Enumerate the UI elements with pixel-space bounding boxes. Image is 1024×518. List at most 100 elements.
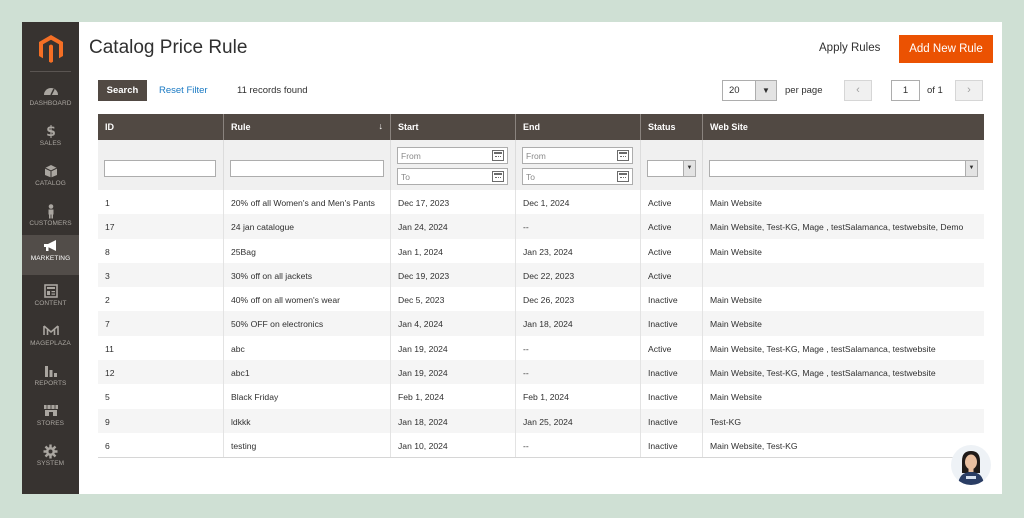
table-row[interactable]: 17 24 jan catalogue Jan 24, 2024 -- Active Ma…	[98, 214, 984, 239]
column-header-rule[interactable]: Rule ↓	[223, 114, 390, 140]
customer-person-icon	[22, 200, 79, 220]
cell-status: Active	[640, 335, 702, 361]
sidebar-item-content[interactable]: CONTENT	[22, 280, 79, 320]
sidebar-item-label: SALES	[39, 140, 62, 147]
grid-bottom-border	[98, 457, 984, 459]
calendar-icon[interactable]	[617, 171, 629, 182]
sidebar-item-label: CATALOG	[35, 180, 66, 187]
cell-status: Active	[640, 262, 702, 288]
filter-cell-end: From To	[515, 140, 640, 190]
sidebar-item-stores[interactable]: STORES	[22, 400, 79, 440]
cell-status: Inactive	[640, 408, 702, 433]
cell-end: Dec 26, 2023	[515, 287, 640, 312]
mageplaza-logo-icon	[22, 320, 79, 340]
sort-arrow-icon: ↓	[378, 121, 384, 131]
cell-website: Main Website	[702, 190, 984, 215]
cell-end: --	[515, 360, 640, 385]
apply-rules-button[interactable]: Apply Rules	[819, 42, 880, 54]
column-header-start[interactable]: Start	[390, 114, 515, 140]
column-header-website[interactable]: Web Site	[702, 114, 984, 140]
cell-start: Feb 1, 2024	[390, 384, 515, 409]
start-to-input[interactable]: To	[397, 168, 508, 185]
page-title: Catalog Price Rule	[89, 37, 248, 58]
table-row[interactable]: 7 50% OFF on electronics Jan 4, 2024 Jan 18…	[98, 311, 984, 336]
grid-filter-row: From To From To ▼ ▼	[98, 140, 984, 190]
cell-end: Jan 18, 2024	[515, 311, 640, 336]
cell-start: Jan 1, 2024	[390, 238, 515, 263]
cell-website: Main Website, Test-KG, Mage , testSalama…	[702, 360, 984, 385]
sidebar-item-mageplaza[interactable]: MAGEPLAZA	[22, 320, 79, 360]
dashboard-icon	[22, 80, 79, 100]
reset-filter-link[interactable]: Reset Filter	[159, 85, 208, 96]
chevron-left-icon: ‹	[856, 84, 860, 96]
catalog-box-icon	[22, 160, 79, 180]
column-header-status[interactable]: Status	[640, 114, 702, 140]
calendar-icon[interactable]	[492, 171, 504, 182]
sidebar-item-label: REPORTS	[34, 380, 67, 387]
rule-filter-input[interactable]	[230, 160, 384, 177]
end-to-placeholder: To	[526, 172, 535, 182]
sidebar-item-system[interactable]: SYSTEM	[22, 440, 79, 480]
cell-id: 6	[105, 440, 110, 451]
cell-rule: 24 jan catalogue	[223, 214, 390, 239]
cell-status: Inactive	[640, 384, 702, 409]
sidebar-item-customers[interactable]: CUSTOMERS	[22, 200, 79, 240]
table-row[interactable]: 2 40% off on all women's wear Dec 5, 2023 D…	[98, 287, 984, 312]
store-icon	[22, 400, 79, 420]
column-header-id[interactable]: ID	[98, 114, 223, 140]
table-row[interactable]: 12 abc1 Jan 19, 2024 -- Inactive Main Website…	[98, 360, 984, 385]
calendar-icon[interactable]	[617, 150, 629, 161]
sidebar-item-catalog[interactable]: CATALOG	[22, 160, 79, 200]
cell-end: Dec 22, 2023	[515, 262, 640, 288]
table-row[interactable]: 5 Black Friday Feb 1, 2024 Feb 1, 2024 Inact…	[98, 384, 984, 409]
cell-id: 17	[105, 222, 115, 233]
id-filter-input[interactable]	[104, 160, 216, 177]
end-to-input[interactable]: To	[522, 168, 633, 185]
sidebar-item-marketing[interactable]: MARKETING	[22, 235, 79, 275]
start-from-placeholder: From	[401, 151, 421, 161]
table-row[interactable]: 6 testing Jan 10, 2024 -- Inactive Main Websi…	[98, 432, 984, 458]
records-found-count: 11 records found	[237, 85, 308, 96]
magento-logo-icon[interactable]	[38, 34, 64, 64]
table-row[interactable]: 11 abc Jan 19, 2024 -- Active Main Website, T…	[98, 335, 984, 361]
cell-id: 3	[105, 270, 110, 281]
table-row[interactable]: 9 ldkkk Jan 18, 2024 Jan 25, 2024 Inactive Te…	[98, 408, 984, 433]
table-row[interactable]: 8 25Bag Jan 1, 2024 Jan 23, 2024 Active Main …	[98, 238, 984, 263]
end-from-input[interactable]: From	[522, 147, 633, 164]
sidebar-separator	[30, 71, 71, 72]
next-page-button[interactable]: ›	[955, 80, 983, 101]
cell-website: Main Website	[702, 311, 984, 336]
cell-website: Main Website	[702, 287, 984, 312]
prev-page-button[interactable]: ‹	[844, 80, 872, 101]
add-new-rule-button[interactable]: Add New Rule	[899, 35, 993, 63]
sidebar-item-dashboard[interactable]: DASHBOARD	[22, 80, 79, 120]
grid-header-row: ID Rule ↓ Start End Status Web Site	[98, 114, 984, 140]
cell-start: Dec 5, 2023	[390, 287, 515, 312]
start-from-input[interactable]: From	[397, 147, 508, 164]
status-filter-select[interactable]: ▼	[647, 160, 696, 177]
page-total: of 1	[927, 85, 943, 96]
support-assistant-avatar[interactable]	[951, 445, 991, 485]
cell-rule: 20% off all Women's and Men's Pants	[223, 190, 390, 215]
filter-cell-start: From To	[390, 140, 515, 190]
sidebar-item-sales[interactable]: $ SALES	[22, 120, 79, 160]
table-row[interactable]: 3 30% off on all jackets Dec 19, 2023 Dec 2…	[98, 262, 984, 288]
cell-start: Dec 19, 2023	[390, 262, 515, 288]
cell-end: Feb 1, 2024	[515, 384, 640, 409]
gear-icon	[22, 440, 79, 460]
cell-website: Test-KG	[702, 408, 984, 433]
cell-rule: testing	[223, 432, 390, 458]
cell-start: Jan 24, 2024	[390, 214, 515, 239]
website-filter-select[interactable]: ▼	[709, 160, 978, 177]
column-header-end[interactable]: End	[515, 114, 640, 140]
per-page-select[interactable]: 20 ▼	[722, 80, 777, 101]
search-button[interactable]: Search	[98, 80, 147, 101]
cell-status: Inactive	[640, 360, 702, 385]
table-row[interactable]: 1 20% off all Women's and Men's Pants Dec …	[98, 190, 984, 215]
sidebar-item-label: DASHBOARD	[29, 100, 72, 107]
sidebar-item-reports[interactable]: REPORTS	[22, 360, 79, 400]
calendar-icon[interactable]	[492, 150, 504, 161]
cell-end: Jan 25, 2024	[515, 408, 640, 433]
grid-body: 1 20% off all Women's and Men's Pants Dec …	[98, 190, 984, 458]
current-page-input[interactable]: 1	[891, 80, 920, 101]
